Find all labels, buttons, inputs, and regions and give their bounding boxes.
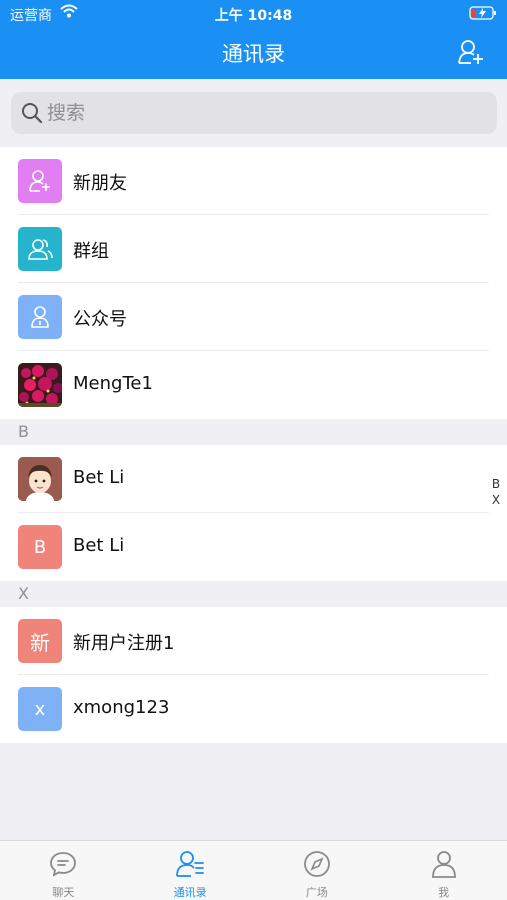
cartoon-face-avatar — [18, 457, 62, 501]
initial-avatar: 新 — [18, 619, 62, 663]
contact-name: Bet Li — [73, 535, 125, 556]
tab-square[interactable]: 广场 — [254, 841, 381, 900]
index-letter-x[interactable]: X — [490, 493, 502, 509]
alphabet-index-bar[interactable]: B X — [490, 477, 502, 509]
tab-chat[interactable]: 聊天 — [0, 841, 127, 900]
index-letter-b[interactable]: B — [490, 477, 502, 493]
tab-me[interactable]: 我 — [380, 841, 507, 900]
initial-avatar: x — [18, 687, 62, 731]
status-bar: 运营商 上午 10:48 — [0, 0, 507, 28]
list-item-contact[interactable]: B Bet Li — [0, 513, 507, 581]
list-item-contact[interactable]: 新 新用户注册1 — [0, 607, 507, 675]
tab-label: 广场 — [305, 886, 328, 899]
list-item-new-friends[interactable]: 新朋友 — [0, 147, 507, 215]
search-bar[interactable] — [11, 92, 497, 134]
flower-photo-avatar — [18, 363, 62, 407]
contact-list: 新朋友 群组 公众号 MengTe1 B Bet Li B Bet Li X 新… — [0, 147, 507, 743]
initial-avatar: B — [18, 525, 62, 569]
list-item-groups[interactable]: 群组 — [0, 215, 507, 283]
battery-icon — [469, 6, 497, 24]
contact-name: MengTe1 — [73, 373, 153, 394]
status-time: 上午 10:48 — [214, 8, 293, 24]
search-area — [0, 79, 507, 147]
list-item-contact[interactable]: x xmong123 — [0, 675, 507, 743]
list-item-contact[interactable]: Bet Li — [0, 445, 507, 513]
add-contact-icon[interactable] — [457, 38, 485, 66]
tab-bar: 聊天 通讯录 广场 我 — [0, 840, 507, 900]
compass-icon — [302, 849, 332, 879]
list-item-label: 公众号 — [73, 309, 127, 330]
tab-label: 聊天 — [52, 886, 75, 899]
list-item-official-accounts[interactable]: 公众号 — [0, 283, 507, 351]
contact-name: 新用户注册1 — [73, 633, 175, 654]
list-item-contact[interactable]: MengTe1 — [0, 351, 507, 419]
search-icon — [21, 102, 43, 128]
tab-label: 通讯录 — [173, 886, 207, 899]
section-letter: B — [18, 422, 29, 441]
contact-name: xmong123 — [73, 697, 170, 718]
section-letter: X — [18, 584, 29, 603]
official-account-icon — [18, 295, 62, 339]
chat-bubble-icon — [48, 849, 78, 879]
section-header-b: B — [0, 419, 507, 445]
list-item-label: 群组 — [73, 241, 109, 262]
group-icon — [18, 227, 62, 271]
contact-name: Bet Li — [73, 467, 125, 488]
search-input[interactable] — [47, 99, 467, 127]
tab-contacts[interactable]: 通讯录 — [127, 841, 254, 900]
tab-label: 我 — [438, 886, 450, 899]
section-header-x: X — [0, 581, 507, 607]
add-user-icon — [18, 159, 62, 203]
page-title: 通讯录 — [222, 42, 285, 66]
contacts-icon — [175, 849, 205, 879]
list-item-label: 新朋友 — [73, 173, 127, 194]
top-bar: 运营商 上午 10:48 通讯录 — [0, 0, 507, 79]
person-icon — [429, 849, 459, 879]
